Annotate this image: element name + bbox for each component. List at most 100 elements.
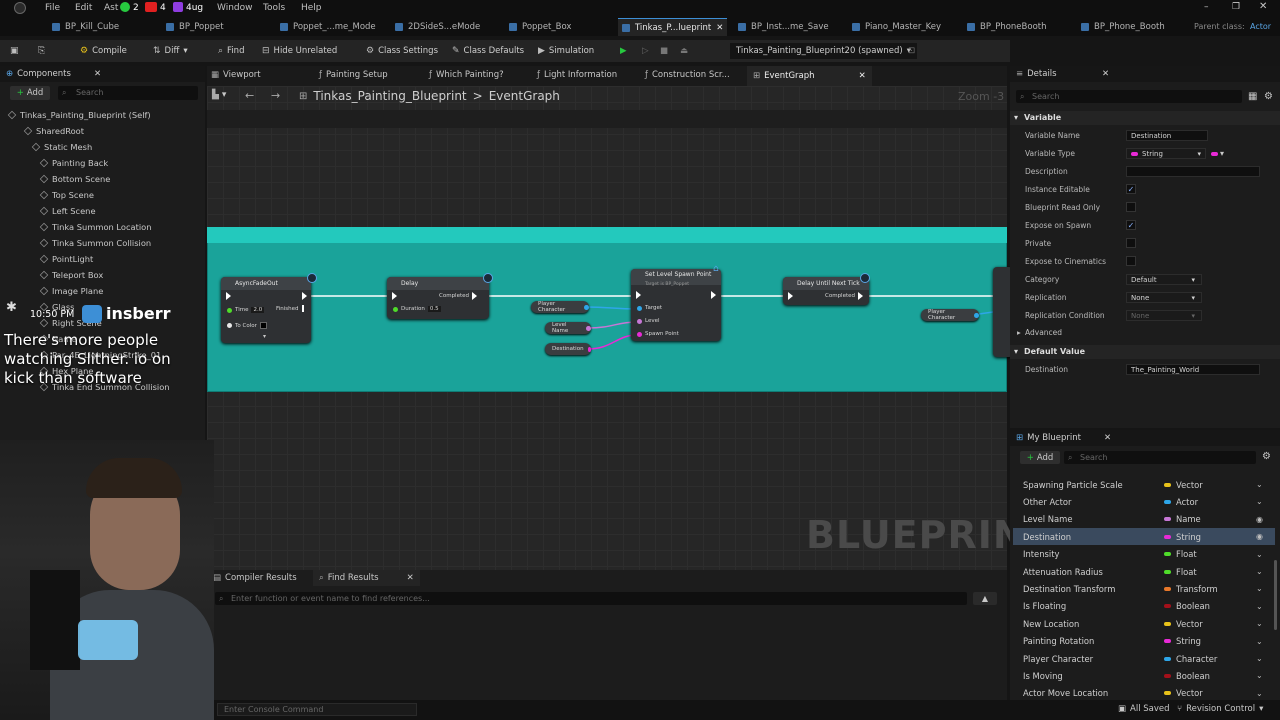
class-defaults-button[interactable]: ✎ Class Defaults [452, 44, 524, 58]
finished-pin[interactable]: Finished [276, 305, 304, 312]
tab-bp-instance-save[interactable]: BP_Inst...me_Save [738, 18, 829, 36]
to-color-pin[interactable]: To Color [227, 322, 267, 329]
console-command-input[interactable]: Enter Console Command [217, 703, 417, 716]
node-delay-until-next-tick[interactable]: Delay Until Next Tick Completed [783, 277, 869, 305]
advanced-section[interactable]: ▸ Advanced [1014, 328, 1276, 340]
chevron-down-icon[interactable]: ⌄ [1256, 689, 1263, 698]
category-select[interactable]: Default ▾ [1126, 274, 1202, 285]
tab-compiler-results[interactable]: ▤ Compiler Results [213, 573, 297, 583]
debug-icon[interactable]: ⊡ [908, 44, 915, 58]
component-teleport-box-item[interactable]: Teleport Box [39, 270, 103, 280]
tab-bp-phone-booth[interactable]: BP_Phone_Booth [1081, 18, 1165, 36]
node-delay[interactable]: Delay Completed Duration 0.5 [387, 277, 489, 319]
stop-icon[interactable]: ■ [660, 44, 668, 58]
duration-pin[interactable]: Duration 0.5 [393, 306, 441, 312]
component-painting-back-item[interactable]: Painting Back [39, 158, 108, 168]
tab-viewport[interactable]: ▦ Viewport [211, 70, 261, 80]
table-view-icon[interactable]: ▦ [1248, 91, 1257, 102]
restore-icon[interactable]: ❐ [1232, 2, 1240, 12]
tab-which-painting[interactable]: ƒ Which Painting? [429, 70, 504, 80]
tab-painting-setup[interactable]: ƒ Painting Setup [319, 70, 388, 80]
default-value-section-header[interactable]: ▾ Default Value [1010, 345, 1280, 359]
debug-object-select[interactable]: Tinkas_Painting_Blueprint20 (spawned) ▾ [730, 43, 917, 59]
string-pin-icon[interactable] [587, 346, 591, 352]
my-blueprint-search-input[interactable]: ⌕ Search [1064, 451, 1256, 464]
variable-row[interactable]: Level Name Name ◉ [1013, 511, 1275, 528]
component-static-mesh-item[interactable]: Static Mesh [31, 142, 92, 152]
tab-light-information[interactable]: ƒ Light Information [537, 70, 617, 80]
class-settings-button[interactable]: ⚙ Class Settings [366, 44, 438, 58]
close-tab-icon[interactable]: ✕ [407, 573, 414, 583]
menu-help[interactable]: Help [301, 3, 322, 13]
name-pin-icon[interactable] [586, 325, 591, 331]
instance-editable-checkbox[interactable]: ✓ [1126, 184, 1136, 194]
get-player-character-node[interactable]: Player Character [531, 301, 589, 313]
container-type-select[interactable]: ▾ [1211, 149, 1224, 158]
tab-bp-poppet[interactable]: BP_Poppet [166, 18, 224, 36]
chevron-down-icon[interactable]: ⌄ [1256, 567, 1263, 576]
tab-tinkas-painting-blueprint[interactable]: Tinkas_P...lueprint ✕ [618, 18, 728, 36]
hide-unrelated-button[interactable]: ⊟ Hide Unrelated [262, 44, 337, 58]
tab-bp-phonebooth[interactable]: BP_PhoneBooth [967, 18, 1047, 36]
variable-row[interactable]: Spawning Particle Scale Vector ⌄ [1013, 476, 1275, 493]
chevron-down-icon[interactable]: ▾ [263, 333, 266, 340]
tab-construction-script[interactable]: ƒ Construction Scr... [645, 70, 730, 80]
tab-piano-master-key[interactable]: Piano_Master_Key [852, 18, 941, 36]
menu-asset[interactable]: Ast [104, 3, 118, 13]
component-bottom-scene-item[interactable]: Bottom Scene [39, 174, 110, 184]
find-options-icon[interactable]: ▲ [973, 592, 997, 605]
object-pin-icon[interactable] [584, 304, 589, 310]
variable-name-input[interactable]: Destination [1126, 130, 1208, 141]
chevron-down-icon[interactable]: ⌄ [1256, 637, 1263, 646]
eject-icon[interactable]: ⏏ [680, 44, 688, 58]
exec-in-pin[interactable] [392, 292, 397, 300]
components-search-input[interactable]: ⌕ Search [58, 86, 198, 100]
node-set-level-spawn-point[interactable]: Set Level Spawn Point Target is BP_Poppet… [631, 269, 721, 341]
variable-row[interactable]: Other Actor Actor ⌄ [1013, 493, 1275, 510]
tab-eventgraph[interactable]: ⊞ EventGraph ✕ [747, 66, 872, 86]
target-pin[interactable]: Target [637, 305, 662, 311]
get-destination-node[interactable]: Destination [545, 343, 591, 355]
variable-row[interactable]: Player Character Character ⌄ [1013, 650, 1275, 667]
event-graph-canvas[interactable]: ▙ ▾ ← → ⊞ Tinkas_Painting_Blueprint > Eve… [207, 86, 1052, 570]
menu-window[interactable]: Window [217, 3, 253, 13]
add-member-button[interactable]: + Add [1020, 451, 1060, 464]
close-panel-icon[interactable]: ✕ [1104, 433, 1111, 443]
default-destination-input[interactable]: The_Painting_World [1126, 364, 1260, 375]
close-panel-icon[interactable]: ✕ [1102, 69, 1109, 79]
exec-out-pin[interactable] [302, 292, 307, 300]
exec-in-pin[interactable] [788, 292, 793, 300]
save-icon[interactable]: ▣ [10, 44, 19, 58]
spawn-point-pin[interactable]: Spawn Point [637, 331, 679, 337]
menu-tools[interactable]: Tools [263, 3, 285, 13]
object-pin-icon[interactable] [974, 312, 979, 318]
close-tab-icon[interactable]: ✕ [716, 23, 723, 33]
chevron-down-icon[interactable]: ⌄ [1256, 602, 1263, 611]
replication-condition-select[interactable]: None ▾ [1126, 310, 1202, 321]
chevron-down-icon[interactable]: ⌄ [1256, 619, 1263, 628]
variable-row[interactable]: Intensity Float ⌄ [1013, 546, 1275, 563]
get-level-name-node[interactable]: Level Name [545, 322, 591, 334]
simulation-button[interactable]: ▶ Simulation [538, 44, 594, 58]
variable-row[interactable]: Is Floating Boolean ⌄ [1013, 598, 1275, 615]
component-self-item[interactable]: Tinkas_Painting_Blueprint (Self) [7, 110, 151, 120]
compile-button[interactable]: ⚙ Compile [80, 44, 127, 58]
tab-bp-kill-cube[interactable]: BP_Kill_Cube [52, 18, 119, 36]
description-input[interactable] [1126, 166, 1260, 177]
parent-class-link[interactable]: Actor [1250, 22, 1271, 31]
tab-2dsidescroller-mode[interactable]: 2DSideS...eMode [395, 18, 480, 36]
add-component-button[interactable]: + Add [10, 86, 50, 100]
component-tinka-summon-location-item[interactable]: Tinka Summon Location [39, 222, 152, 232]
variable-row[interactable]: New Location Vector ⌄ [1013, 615, 1275, 632]
chevron-down-icon[interactable]: ⌄ [1256, 654, 1263, 663]
tab-find-results[interactable]: ⌕ Find Results ✕ [313, 570, 420, 586]
completed-pin[interactable]: Completed [439, 292, 477, 300]
variable-type-select[interactable]: String ▾ [1126, 148, 1206, 159]
component-tinka-summon-collision-item[interactable]: Tinka Summon Collision [39, 238, 151, 248]
variable-row[interactable]: Painting Rotation String ⌄ [1013, 633, 1275, 650]
eye-icon[interactable]: ◉ [1256, 532, 1263, 541]
find-button[interactable]: ⌕ Find [218, 44, 244, 58]
details-search-input[interactable]: ⌕ Search [1016, 90, 1242, 103]
chevron-down-icon[interactable]: ⌄ [1256, 497, 1263, 506]
chevron-down-icon[interactable]: ⌄ [1256, 584, 1263, 593]
